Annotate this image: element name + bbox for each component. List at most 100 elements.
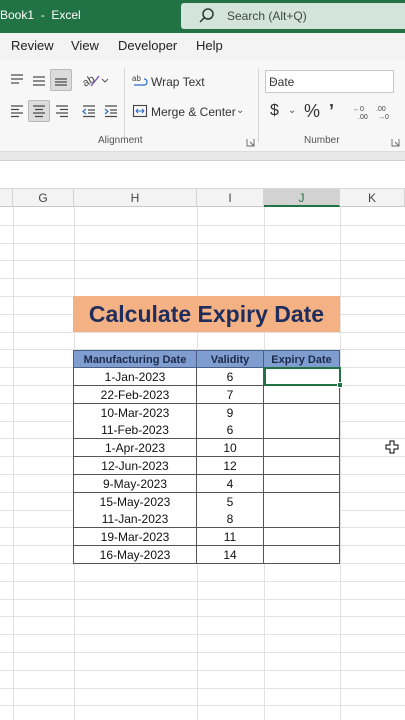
increase-decimal-icon[interactable]: ←0 .00 bbox=[352, 103, 372, 121]
alignment-group-label: Alignment bbox=[98, 135, 143, 146]
comma-style-button[interactable]: ’ bbox=[329, 101, 334, 122]
align-right-icon[interactable] bbox=[54, 103, 70, 119]
validity-cell[interactable]: 4 bbox=[197, 474, 264, 493]
ribbon-separator bbox=[124, 68, 125, 142]
align-center-icon bbox=[33, 105, 45, 118]
alignment-launcher-icon[interactable] bbox=[246, 138, 255, 147]
sheet-gap bbox=[0, 161, 405, 188]
validity-cell[interactable]: 8 bbox=[197, 510, 264, 529]
align-middle-icon[interactable] bbox=[31, 72, 47, 88]
currency-dropdown-chevron-icon[interactable]: ⌄ bbox=[288, 105, 296, 116]
column-header-g[interactable]: G bbox=[13, 189, 74, 207]
tab-developer[interactable]: Developer bbox=[118, 38, 177, 53]
manufacturing-date-cell[interactable]: 22-Feb-2023 bbox=[73, 385, 197, 404]
manufacturing-date-cell[interactable]: 19-Mar-2023 bbox=[73, 528, 197, 547]
grid-row-line bbox=[0, 260, 405, 262]
header-validity[interactable]: Validity bbox=[197, 350, 264, 368]
manufacturing-date-cell[interactable]: 9-May-2023 bbox=[73, 474, 197, 493]
fill-handle[interactable] bbox=[337, 382, 343, 388]
svg-text:→0: →0 bbox=[378, 114, 389, 121]
manufacturing-date-cell[interactable]: 10-Mar-2023 bbox=[73, 403, 197, 422]
grid-row-line bbox=[0, 616, 405, 618]
title-banner-cell[interactable]: Calculate Expiry Date bbox=[73, 296, 340, 332]
column-header-i[interactable]: I bbox=[197, 189, 264, 207]
number-format-select[interactable]: Date ⌄ bbox=[265, 70, 394, 93]
validity-cell[interactable]: 6 bbox=[197, 368, 264, 386]
decrease-decimal-icon[interactable]: .00 →0 bbox=[375, 103, 395, 121]
search-placeholder: Search (Alt+Q) bbox=[227, 9, 307, 23]
expiry-date-cell[interactable] bbox=[264, 510, 340, 529]
column-header-j[interactable]: J bbox=[264, 189, 340, 207]
manufacturing-date-cell[interactable]: 11-Jan-2023 bbox=[73, 510, 197, 529]
grid-row-line bbox=[0, 687, 405, 689]
grid-row-line bbox=[0, 598, 405, 600]
expiry-date-cell[interactable] bbox=[264, 528, 340, 547]
grid-row-line bbox=[0, 278, 405, 280]
validity-cell[interactable]: 11 bbox=[197, 528, 264, 547]
percent-style-button[interactable]: % bbox=[304, 101, 320, 122]
window-title: Book1 - Excel bbox=[0, 8, 81, 22]
validity-cell[interactable]: 9 bbox=[197, 403, 264, 422]
wrap-text-icon: ab bbox=[132, 74, 148, 86]
selected-cell-j[interactable] bbox=[264, 367, 343, 388]
grid-row-line bbox=[0, 669, 405, 671]
manufacturing-date-cell[interactable]: 1-Apr-2023 bbox=[73, 439, 197, 458]
svg-text:ab: ab bbox=[132, 74, 141, 83]
banner-title: Calculate Expiry Date bbox=[88, 301, 325, 327]
validity-cell[interactable]: 6 bbox=[197, 421, 264, 440]
header-manufacturing-date[interactable]: Manufacturing Date bbox=[73, 350, 197, 368]
header-expiry-date[interactable]: Expiry Date bbox=[264, 350, 340, 368]
manufacturing-date-cell[interactable]: 15-May-2023 bbox=[73, 492, 197, 511]
ribbon-separator bbox=[258, 68, 259, 142]
merge-center-button[interactable]: Merge & Center bbox=[151, 105, 236, 119]
grid-row-line bbox=[0, 224, 405, 226]
expiry-date-cell[interactable] bbox=[264, 474, 340, 493]
ribbon: ab ab Wrap Text Merge & Center ⌄ Alignme… bbox=[0, 60, 405, 152]
expiry-date-cell[interactable] bbox=[264, 546, 340, 564]
column-header-k[interactable]: K bbox=[340, 189, 405, 207]
align-top-icon[interactable] bbox=[9, 72, 25, 88]
grid-column-line bbox=[13, 207, 14, 720]
validity-cell[interactable]: 10 bbox=[197, 439, 264, 458]
align-center-button[interactable] bbox=[28, 100, 50, 122]
expiry-date-cell[interactable] bbox=[264, 385, 340, 404]
merge-center-icon bbox=[132, 104, 148, 118]
increase-indent-icon[interactable] bbox=[103, 103, 119, 119]
merge-dropdown-chevron-icon[interactable]: ⌄ bbox=[236, 105, 244, 116]
validity-cell[interactable]: 7 bbox=[197, 385, 264, 404]
wrap-text-button[interactable]: Wrap Text bbox=[151, 75, 205, 89]
expiry-date-cell[interactable] bbox=[264, 421, 340, 440]
svg-text:.00: .00 bbox=[358, 114, 368, 121]
align-left-icon[interactable] bbox=[9, 103, 25, 119]
validity-cell[interactable]: 5 bbox=[197, 492, 264, 511]
svg-text:←0: ←0 bbox=[353, 106, 364, 113]
grid-row-line bbox=[0, 652, 405, 653]
tab-view[interactable]: View bbox=[71, 38, 99, 53]
currency-format-button[interactable]: $ bbox=[270, 102, 279, 120]
formula-bar-area bbox=[0, 152, 405, 161]
tab-help[interactable]: Help bbox=[196, 38, 223, 53]
tab-review[interactable]: Review bbox=[11, 38, 54, 53]
expiry-date-cell[interactable] bbox=[264, 492, 340, 511]
orientation-icon[interactable]: ab bbox=[81, 71, 109, 89]
validity-cell[interactable]: 12 bbox=[197, 457, 264, 475]
expiry-date-cell[interactable] bbox=[264, 403, 340, 422]
decrease-indent-icon[interactable] bbox=[81, 103, 97, 119]
manufacturing-date-cell[interactable]: 11-Feb-2023 bbox=[73, 421, 197, 440]
validity-cell[interactable]: 14 bbox=[197, 546, 264, 564]
grid-row-line bbox=[0, 705, 405, 707]
manufacturing-date-cell[interactable]: 12-Jun-2023 bbox=[73, 457, 197, 475]
column-header-h[interactable]: H bbox=[74, 189, 197, 207]
grid-row-line bbox=[0, 242, 405, 244]
search-box[interactable]: Search (Alt+Q) bbox=[181, 3, 405, 29]
manufacturing-date-cell[interactable]: 16-May-2023 bbox=[73, 546, 197, 564]
chevron-down-icon: ⌄ bbox=[269, 75, 278, 86]
crosshair-cursor-icon bbox=[385, 440, 399, 454]
number-launcher-icon[interactable] bbox=[391, 138, 400, 147]
grid-row-line bbox=[0, 580, 405, 582]
column-headers: G H I J K bbox=[0, 188, 405, 207]
expiry-date-cell[interactable] bbox=[264, 457, 340, 475]
manufacturing-date-cell[interactable]: 1-Jan-2023 bbox=[73, 368, 197, 386]
align-bottom-button[interactable] bbox=[50, 69, 72, 91]
expiry-date-cell[interactable] bbox=[264, 439, 340, 458]
